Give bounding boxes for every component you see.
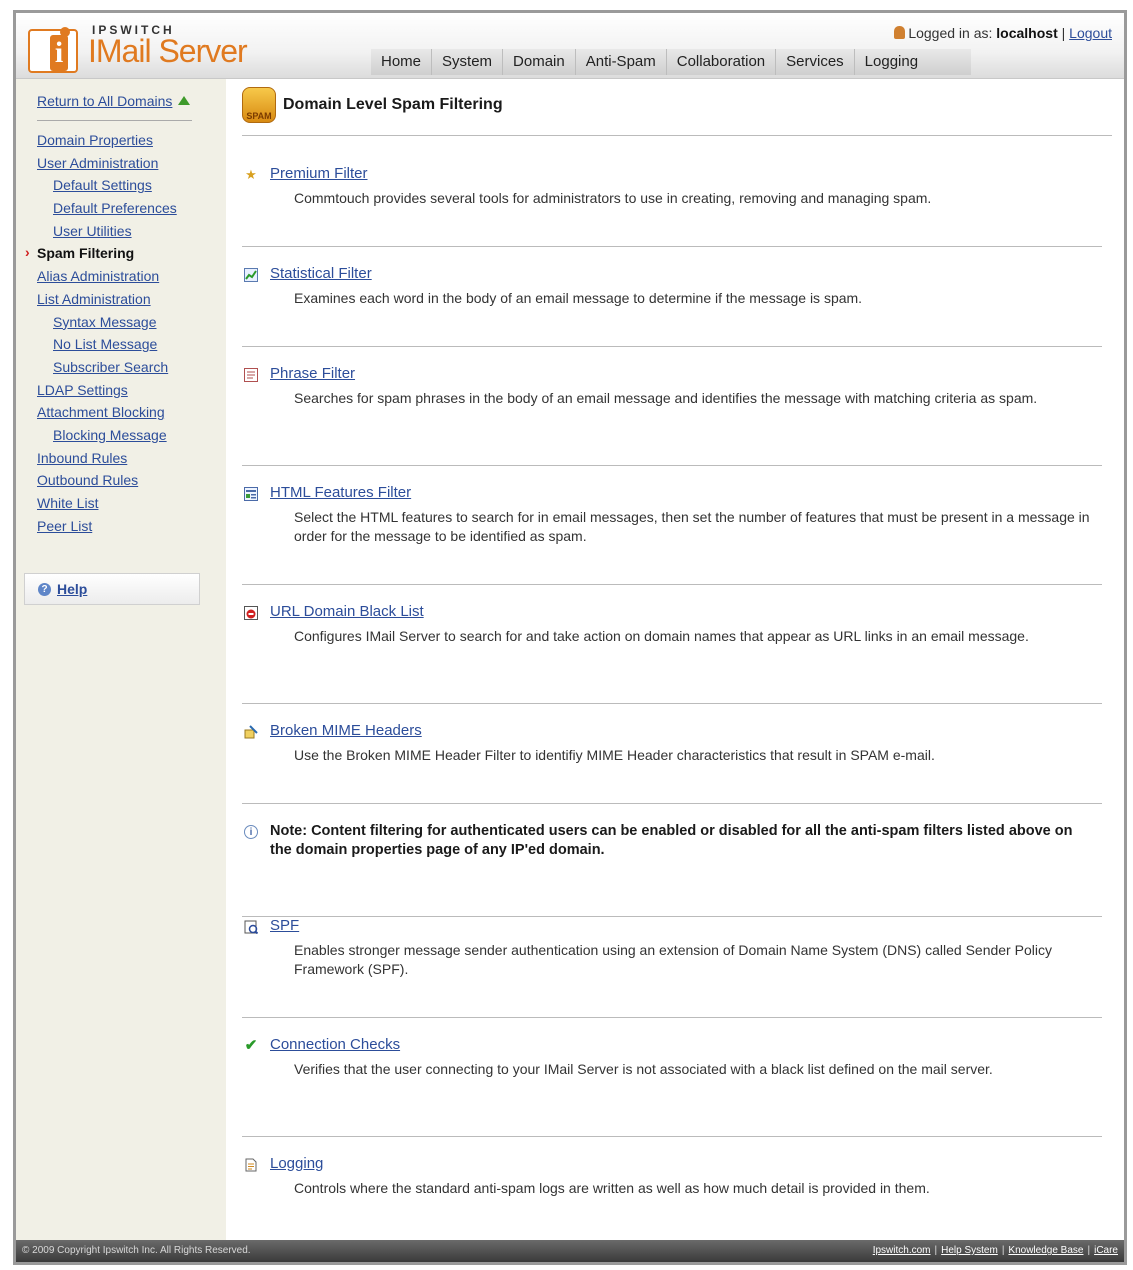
logged-in-label: Logged in as: [908,25,993,41]
sidebar-item-attachment-blocking[interactable]: Attachment Blocking [37,404,165,420]
main-content: SPAM Domain Level Spam Filtering ★ Premi… [226,79,1124,1240]
feature-description: Searches for spam phrases in the body of… [294,390,1038,406]
star-icon: ★ [245,167,257,182]
sidebar-item-spam-filtering: Spam Filtering [25,241,177,265]
html-icon [244,487,258,501]
sidebar-item-default-preferences[interactable]: Default Preferences [53,200,177,216]
help-box: ? Help [24,573,200,605]
sidebar-item-alias-administration[interactable]: Alias Administration [37,268,159,284]
sidebar-item-outbound-rules[interactable]: Outbound Rules [37,472,138,488]
help-link[interactable]: Help [57,581,87,597]
feature-description: Select the HTML features to search for i… [294,509,1090,544]
nav-logging[interactable]: Logging [855,49,928,75]
sidebar-item-ldap-settings[interactable]: LDAP Settings [37,382,128,398]
divider [37,120,192,121]
spam-icon: SPAM [242,87,276,123]
divider [242,916,1102,917]
chart-icon [244,268,258,282]
connection-checks-link[interactable]: Connection Checks [270,1036,400,1053]
feature-description: Enables stronger message sender authenti… [294,942,1052,977]
sidebar-item-syntax-message[interactable]: Syntax Message [53,314,157,330]
sidebar-item-peer-list[interactable]: Peer List [37,518,92,534]
log-file-icon [244,1158,258,1172]
logo-badge-icon: i [28,27,78,73]
feature-description: Controls where the standard anti-spam lo… [294,1180,930,1196]
nav-domain[interactable]: Domain [503,49,576,75]
sidebar-item-user-utilities[interactable]: User Utilities [53,223,132,239]
broken-header-icon [244,725,258,739]
url-domain-black-list-link[interactable]: URL Domain Black List [270,603,424,620]
footer: © 2009 Copyright Ipswitch Inc. All Right… [16,1240,1124,1262]
sidebar: Return to All Domains Domain Properties … [16,79,226,1240]
nav-services[interactable]: Services [776,49,855,75]
top-nav: Home System Domain Anti-Spam Collaborati… [371,49,971,75]
divider [242,1017,1102,1018]
divider [242,246,1102,247]
sidebar-item-blocking-message[interactable]: Blocking Message [53,427,167,443]
nav-anti-spam[interactable]: Anti-Spam [576,49,667,75]
info-icon: i [244,825,258,839]
footer-links: Ipswitch.com | Help System | Knowledge Base |… [872,1245,1118,1256]
sidebar-item-white-list[interactable]: White List [37,495,98,511]
footer-link-help-system[interactable]: Help System [941,1245,998,1256]
feature-description: Configures IMail Server to search for an… [294,628,1029,644]
username: localhost [996,25,1058,41]
premium-filter-link[interactable]: Premium Filter [270,165,368,182]
help-icon: ? [38,583,51,596]
sidebar-item-inbound-rules[interactable]: Inbound Rules [37,450,127,466]
note-text: Note: Content filtering for authenticate… [270,823,1073,858]
nav-collaboration[interactable]: Collaboration [667,49,777,75]
divider [242,803,1102,804]
statistical-filter-link[interactable]: Statistical Filter [270,265,372,282]
spf-link[interactable]: SPF [270,917,299,934]
sidebar-item-user-administration[interactable]: User Administration [37,155,158,171]
imail-logo: i IPSWITCH IMail Server [24,19,274,75]
logging-link[interactable]: Logging [270,1155,323,1172]
footer-link-knowledge-base[interactable]: Knowledge Base [1008,1245,1083,1256]
blacklist-icon [244,606,258,620]
feature-description: Commtouch provides several tools for adm… [294,190,932,206]
brand-main: IMail Server [88,33,248,69]
page-title: Domain Level Spam Filtering [283,96,503,113]
sidebar-item-list-administration[interactable]: List Administration [37,291,151,307]
sidebar-nav: Domain Properties User Administration De… [25,129,177,537]
divider [242,584,1102,585]
feature-description: Examines each word in the body of an ema… [294,290,863,306]
spf-icon [244,920,259,935]
nav-system[interactable]: System [432,49,504,75]
phrase-filter-link[interactable]: Phrase Filter [270,365,355,382]
html-features-filter-link[interactable]: HTML Features Filter [270,484,411,501]
up-arrow-icon [178,96,191,105]
footer-link-icare[interactable]: iCare [1094,1245,1118,1256]
app-frame: i IPSWITCH IMail Server Logged in as: lo… [13,10,1127,1265]
copyright: © 2009 Copyright Ipswitch Inc. All Right… [22,1245,251,1256]
sidebar-item-domain-properties[interactable]: Domain Properties [37,132,153,148]
sidebar-item-subscriber-search[interactable]: Subscriber Search [53,359,168,375]
checkmark-icon: ✔ [244,1037,258,1054]
sidebar-item-no-list-message[interactable]: No List Message [53,336,157,352]
divider [242,346,1102,347]
nav-home[interactable]: Home [371,49,433,75]
header: i IPSWITCH IMail Server Logged in as: lo… [16,13,1124,79]
divider [242,703,1102,704]
divider [242,1136,1102,1137]
divider [242,135,1112,136]
footer-link-ipswitch[interactable]: Ipswitch.com [873,1245,931,1256]
divider [242,465,1102,466]
feature-description: Verifies that the user connecting to you… [294,1061,993,1077]
return-to-all-domains-link[interactable]: Return to All Domains [37,93,172,109]
sidebar-item-default-settings[interactable]: Default Settings [53,177,152,193]
broken-mime-headers-link[interactable]: Broken MIME Headers [270,722,422,739]
logout-link[interactable]: Logout [1069,25,1112,41]
feature-description: Use the Broken MIME Header Filter to ide… [294,747,935,763]
user-icon [894,26,906,39]
phrase-icon [244,368,258,382]
user-info: Logged in as: localhost | Logout [894,25,1112,41]
